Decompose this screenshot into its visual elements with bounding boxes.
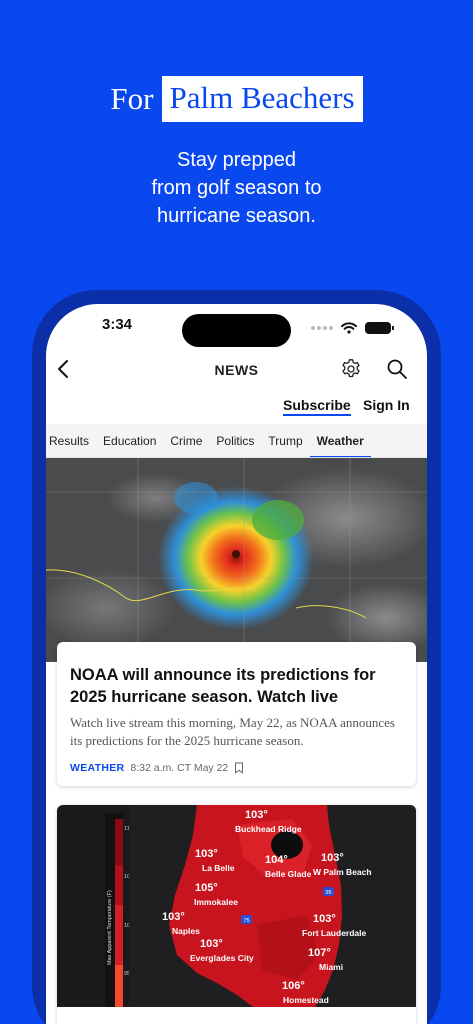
city-temp: 103° xyxy=(200,938,223,950)
article-meta: WEATHER 8:32 a.m. CT May 22 xyxy=(70,762,244,774)
dynamic-island xyxy=(182,314,291,347)
tab-education[interactable]: Education xyxy=(96,424,163,457)
article-description: Watch live stream this morning, May 22, … xyxy=(70,715,395,748)
battery-icon xyxy=(365,322,394,334)
sign-in-link[interactable]: Sign In xyxy=(363,397,410,413)
city-name: Miami xyxy=(319,962,343,972)
city-temp: 106° xyxy=(282,980,305,992)
category-tabs: Results Education Crime Politics Trump W… xyxy=(46,424,427,458)
promo-title-prefix: For xyxy=(110,81,154,116)
phone-screen: 3:34 NEWS Subscribe Sign In Results Educ… xyxy=(46,304,427,1024)
cellular-signal-icon xyxy=(311,326,333,330)
article-timestamp: 8:32 a.m. CT May 22 xyxy=(130,762,229,774)
highway-shield-75: 75 xyxy=(241,915,252,924)
search-icon[interactable] xyxy=(386,358,408,380)
promo-title-highlight: Palm Beachers xyxy=(161,76,363,122)
city-temp: 103° xyxy=(245,809,268,821)
florida-heat-map[interactable]: 110° 105° 100° 95° Max Apparent Temperat… xyxy=(57,805,416,1007)
bookmark-icon[interactable] xyxy=(234,762,244,774)
status-time: 3:34 xyxy=(102,316,133,333)
promo-title: For Palm Beachers xyxy=(0,76,473,122)
svg-text:95: 95 xyxy=(325,890,331,896)
city-temp: 103° xyxy=(195,848,218,860)
tab-results[interactable]: Results xyxy=(46,424,96,457)
city-name: La Belle xyxy=(202,863,235,873)
status-icons xyxy=(311,322,394,334)
gear-icon[interactable] xyxy=(340,358,362,380)
heat-map-card[interactable]: 110° 105° 100° 95° Max Apparent Temperat… xyxy=(57,805,416,1024)
city-name: Belle Glade xyxy=(265,869,312,879)
tab-crime[interactable]: Crime xyxy=(163,424,209,457)
city-temp: 103° xyxy=(162,911,185,923)
city-name: Buckhead Ridge xyxy=(235,824,302,834)
legend-label: Max Apparent Temperature (F) xyxy=(107,890,113,965)
tab-trump[interactable]: Trump xyxy=(261,424,309,457)
hurricane-satellite-image[interactable] xyxy=(46,458,427,662)
city-name: W Palm Beach xyxy=(313,867,372,877)
city-name: Everglades City xyxy=(190,953,254,963)
subscribe-link[interactable]: Subscribe xyxy=(283,397,351,416)
svg-text:75: 75 xyxy=(243,918,249,924)
city-temp: 105° xyxy=(195,882,218,894)
article-category-tag[interactable]: WEATHER xyxy=(70,762,124,774)
highway-shield-95: 95 xyxy=(323,887,334,896)
tab-politics[interactable]: Politics xyxy=(209,424,261,457)
city-temp: 103° xyxy=(321,852,344,864)
article-card[interactable]: NOAA will announce its predictions for 2… xyxy=(57,642,416,786)
city-temp: 104° xyxy=(265,854,288,866)
city-name: Immokalee xyxy=(194,897,238,907)
promo-subtitle: Stay prepped from golf season to hurrica… xyxy=(0,146,473,230)
city-name: Naples xyxy=(172,926,200,936)
city-temp: 103° xyxy=(313,913,336,925)
wifi-icon xyxy=(341,322,357,334)
city-name: Fort Lauderdale xyxy=(302,928,367,938)
promo-subtitle-line: from golf season to xyxy=(151,177,322,199)
promo-subtitle-line: hurricane season. xyxy=(157,205,316,227)
page-title: NEWS xyxy=(214,362,259,378)
tab-weather[interactable]: Weather xyxy=(309,424,371,457)
article-title[interactable]: NOAA will announce its predictions for 2… xyxy=(70,664,406,708)
city-temp: 107° xyxy=(308,947,331,959)
city-name: Homestead xyxy=(283,995,329,1005)
promo-subtitle-line: Stay prepped xyxy=(177,149,296,171)
